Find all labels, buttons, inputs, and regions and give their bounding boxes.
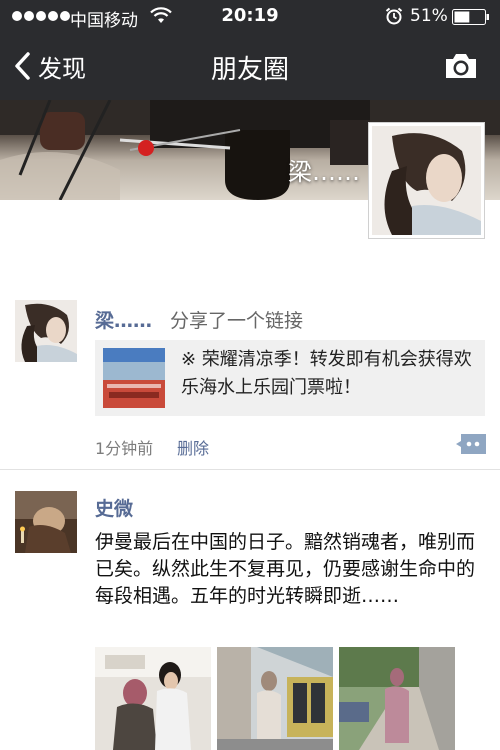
- status-bar: 中国移动 20:19 51%: [0, 0, 500, 32]
- comment-icon[interactable]: [455, 433, 487, 455]
- alarm-icon: [385, 7, 403, 25]
- link-thumbnail: [103, 348, 165, 408]
- camera-icon[interactable]: [443, 51, 479, 81]
- delete-post-link[interactable]: 删除: [177, 435, 209, 459]
- post-author-name[interactable]: 史微: [95, 494, 133, 521]
- post-text: 伊曼最后在中国的日子。黯然销魂者，唯别而已矣。纵然此生不复再见，仍要感谢生命中的…: [95, 531, 476, 607]
- cover-username: 梁……: [288, 158, 360, 186]
- link-title: ※ 荣耀清凉季！转发即有机会获得欢乐海水上乐园门票啦！: [181, 349, 472, 398]
- back-button[interactable]: 发现: [12, 48, 86, 84]
- photo-image: [217, 647, 333, 750]
- chevron-left-icon: [15, 52, 30, 80]
- post-photo[interactable]: [339, 647, 455, 750]
- battery-percentage: 51%: [410, 6, 448, 26]
- photo-image: [339, 647, 455, 750]
- shared-link-card[interactable]: ※ 荣耀清凉季！转发即有机会获得欢乐海水上乐园门票啦！: [95, 340, 485, 416]
- post-author-name[interactable]: 梁……: [95, 306, 152, 333]
- profile-avatar[interactable]: [368, 122, 485, 239]
- battery-icon: [452, 9, 489, 25]
- navigation-bar: 发现 朋友圈: [0, 32, 500, 100]
- post-photo[interactable]: [217, 647, 333, 750]
- avatar-image: [15, 491, 77, 553]
- post-action-text: 分享了一个链接: [170, 310, 304, 332]
- photo-image: [95, 647, 211, 750]
- post-photo[interactable]: [95, 647, 211, 750]
- avatar-image: [372, 126, 481, 235]
- post-author-avatar[interactable]: [15, 491, 77, 553]
- avatar-image: [15, 300, 77, 362]
- back-button-label: 发现: [38, 54, 86, 83]
- post-timestamp: 1分钟前: [95, 439, 154, 458]
- post-author-avatar[interactable]: [15, 300, 77, 362]
- post-divider: [0, 469, 500, 470]
